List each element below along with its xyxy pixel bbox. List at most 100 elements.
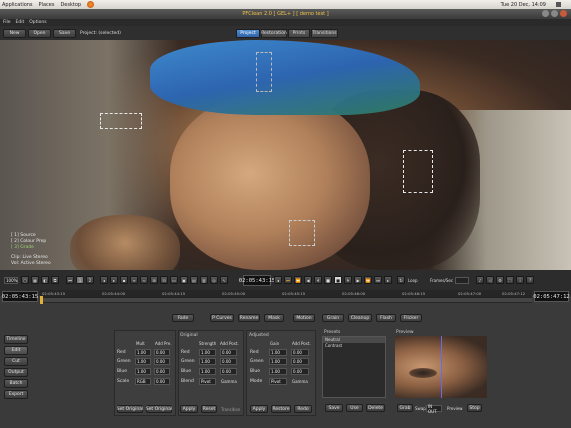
lock-icon[interactable]: ▪	[120, 276, 128, 284]
mask-button[interactable]: Mask	[264, 314, 284, 322]
split-icon[interactable]: ◧	[41, 276, 49, 284]
grid-icon[interactable]: ▦	[31, 276, 39, 284]
blue-addpost-field[interactable]: 0.00	[220, 368, 237, 375]
gamma-checkbox-label[interactable]: Gamma	[292, 379, 308, 384]
side-button-edit[interactable]: Edit	[4, 346, 28, 355]
selection-box[interactable]	[100, 113, 142, 129]
apply-button[interactable]: Apply	[250, 405, 268, 413]
firefox-icon[interactable]	[87, 1, 95, 8]
blue-strength-field[interactable]: 1.00	[199, 368, 216, 375]
set-original-button[interactable]: Set Original	[146, 405, 172, 413]
play-icon[interactable]: ▶	[354, 276, 362, 284]
green-addpost-field[interactable]: 0.00	[220, 358, 237, 365]
preview-thumbnail[interactable]	[395, 336, 487, 398]
side-button-export[interactable]: Export	[4, 390, 28, 399]
side-button-batch[interactable]: Batch	[4, 379, 28, 388]
frame-icon[interactable]: ▭	[170, 276, 178, 284]
stop-button[interactable]: Stop	[467, 404, 482, 412]
open-button[interactable]: Open	[28, 29, 51, 38]
snap-icon[interactable]: ⊞	[150, 276, 158, 284]
audio-icon[interactable]: ♪	[476, 276, 484, 284]
timeline-scrubber[interactable]	[40, 297, 532, 302]
menu-places[interactable]: Places	[39, 2, 55, 8]
delete-preset-button[interactable]: Delete	[366, 404, 385, 412]
menu-options[interactable]: Options	[29, 19, 46, 26]
new-button[interactable]: New	[3, 29, 26, 38]
volume-icon[interactable]	[556, 2, 561, 7]
redo-button[interactable]: Redo	[294, 405, 312, 413]
end-timecode[interactable]: 02:05:47:12	[533, 291, 570, 302]
green-post-field[interactable]: 0.00	[291, 358, 309, 365]
tab-restoration[interactable]: Restoration	[261, 29, 287, 38]
speaker-icon[interactable]: ◁	[486, 276, 494, 284]
blue-mult-field[interactable]: 1.00	[135, 368, 151, 375]
preview-split-line[interactable]	[441, 336, 442, 398]
red-gain-field[interactable]: 1.00	[269, 349, 287, 356]
mark-in-icon[interactable]: ◂	[100, 276, 108, 284]
side-button-output[interactable]: Output	[4, 368, 28, 377]
minimize-icon[interactable]	[542, 10, 549, 17]
compare-icon[interactable]: ⧉	[51, 276, 59, 284]
pixel-icon[interactable]: ▤	[190, 276, 198, 284]
waveform-icon[interactable]: ∿	[220, 276, 228, 284]
grab-button[interactable]: Grab	[397, 404, 413, 412]
blue-gain-field[interactable]: 1.00	[269, 368, 287, 375]
reset-button[interactable]: Reset	[201, 405, 217, 413]
pcurves-button[interactable]: P Curves	[210, 314, 234, 322]
grid-snap-icon[interactable]: ⊟	[160, 276, 168, 284]
fps-field[interactable]	[455, 277, 469, 284]
mark-out-icon[interactable]: ▸	[110, 276, 118, 284]
cleanup-button[interactable]: Cleanup	[348, 314, 372, 322]
red-mult-field[interactable]: 1.00	[135, 349, 151, 356]
side-button-cut[interactable]: Cut	[4, 357, 28, 366]
selection-box[interactable]	[256, 52, 272, 92]
blue-add-field[interactable]: 0.00	[154, 368, 170, 375]
fast-forward-icon[interactable]: ⏩	[364, 276, 372, 284]
selection-box[interactable]	[403, 150, 433, 193]
green-mult-field[interactable]: 1.00	[135, 358, 151, 365]
play-reverse-icon[interactable]: ◀	[304, 276, 312, 284]
flash-button[interactable]: Flash	[376, 314, 396, 322]
step-back-icon[interactable]: ◂	[274, 276, 282, 284]
rewind-icon[interactable]: ⏪	[294, 276, 302, 284]
side-button-timeline[interactable]: Timeline	[4, 335, 28, 344]
flicker-button[interactable]: Flicker	[400, 314, 422, 322]
fade-button[interactable]: Fade	[172, 314, 194, 322]
preview-checkbox-label[interactable]: Preview	[447, 406, 463, 411]
info-icon[interactable]: i	[516, 276, 524, 284]
menu-edit[interactable]: Edit	[16, 19, 25, 26]
vectorscope-icon[interactable]: ◎	[210, 276, 218, 284]
menu-desktop[interactable]: Desktop	[60, 2, 81, 8]
histogram-icon[interactable]: ▥	[200, 276, 208, 284]
fit-icon[interactable]: ◻	[21, 276, 29, 284]
go-end-icon[interactable]: ⏭	[374, 276, 382, 284]
safe-area-icon[interactable]: ▣	[180, 276, 188, 284]
rename-button[interactable]: Rename	[238, 314, 260, 322]
preview-range-select[interactable]: IN OUT	[426, 404, 442, 414]
tab-prints[interactable]: Prints	[288, 29, 310, 38]
settings-icon[interactable]: ⚙	[496, 276, 504, 284]
apply-button[interactable]: Apply	[180, 405, 198, 413]
green-gain-field[interactable]: 1.00	[269, 358, 287, 365]
restore-button[interactable]: Restore	[271, 405, 291, 413]
mode-select[interactable]: Pivot	[269, 378, 287, 385]
red-post-field[interactable]: 0.00	[291, 349, 309, 356]
tab-transitions[interactable]: Transitions	[311, 29, 338, 38]
motion-button[interactable]: Motion	[293, 314, 315, 322]
green-strength-field[interactable]: 1.00	[199, 358, 216, 365]
frame-back-icon[interactable]: ⏴	[314, 276, 322, 284]
green-add-field[interactable]: 0.00	[154, 358, 170, 365]
fullscreen-icon[interactable]: ⛶	[506, 276, 514, 284]
selection-box[interactable]	[289, 220, 315, 246]
view-b-button[interactable]: 2	[86, 276, 94, 284]
scale-value-field[interactable]: 0.00	[154, 378, 170, 385]
use-preset-button[interactable]: Use	[346, 404, 363, 412]
image-viewer[interactable]: [ 1] Source [ 2] Colour Prep [ 3] Grade …	[0, 40, 571, 270]
save-preset-button[interactable]: Save	[325, 404, 343, 412]
clock[interactable]: Tue 20 Dec, 14:09	[501, 2, 546, 8]
scale-select[interactable]: RGB	[135, 378, 151, 385]
playhead-marker[interactable]	[40, 296, 43, 304]
stop-icon[interactable]: ■	[324, 276, 332, 284]
step-forward-icon[interactable]: ▸	[384, 276, 392, 284]
list-item[interactable]: Contrast	[323, 343, 385, 349]
